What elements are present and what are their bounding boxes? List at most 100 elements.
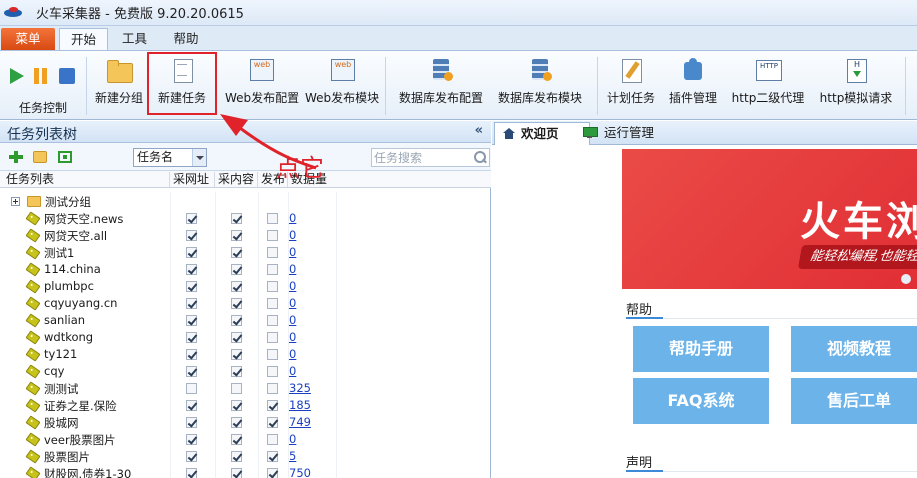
publish-checkbox[interactable] <box>267 281 278 292</box>
web-publish-module-button[interactable]: Web发布模块 <box>305 53 379 115</box>
task-row[interactable]: 测测试 325 <box>0 380 491 397</box>
task-row[interactable]: veer股票图片 0 <box>0 431 491 448</box>
collect-content-checkbox[interactable] <box>231 400 242 411</box>
db-publish-module-button[interactable]: 数据库发布模块 <box>495 53 585 115</box>
folder-icon[interactable] <box>33 151 47 163</box>
data-count-link[interactable]: 5 <box>289 449 296 463</box>
expand-all-icon[interactable] <box>58 151 72 163</box>
collect-content-checkbox[interactable] <box>231 332 242 343</box>
collect-url-checkbox[interactable] <box>186 264 197 275</box>
collect-content-checkbox[interactable] <box>231 230 242 241</box>
collect-content-checkbox[interactable] <box>231 247 242 258</box>
chevron-down-icon[interactable] <box>192 149 206 166</box>
task-row[interactable]: cqy 0 <box>0 363 491 380</box>
task-row[interactable]: wdtkong 0 <box>0 329 491 346</box>
collect-url-checkbox[interactable] <box>186 298 197 309</box>
task-row[interactable]: 财股网.债券1-30 750 <box>0 465 491 478</box>
publish-checkbox[interactable] <box>267 451 278 462</box>
collect-content-checkbox[interactable] <box>231 315 242 326</box>
collapse-panel-button[interactable]: « <box>475 123 483 138</box>
collect-content-checkbox[interactable] <box>231 349 242 360</box>
publish-checkbox[interactable] <box>267 366 278 377</box>
tab-welcome[interactable]: 欢迎页 <box>494 122 590 145</box>
task-row[interactable]: sanlian 0 <box>0 312 491 329</box>
data-count-link[interactable]: 0 <box>289 296 296 310</box>
collect-url-checkbox[interactable] <box>186 451 197 462</box>
collect-content-checkbox[interactable] <box>231 264 242 275</box>
scheduled-task-button[interactable]: 计划任务 <box>604 53 658 115</box>
search-icon[interactable] <box>474 151 486 163</box>
tab-help[interactable]: 帮助 <box>161 28 211 50</box>
web-publish-config-button[interactable]: Web发布配置 <box>225 53 299 115</box>
publish-checkbox[interactable] <box>267 468 278 478</box>
help-manual-button[interactable]: 帮助手册 <box>633 326 769 372</box>
collect-url-checkbox[interactable] <box>186 383 197 394</box>
publish-checkbox[interactable] <box>267 315 278 326</box>
collect-url-checkbox[interactable] <box>186 332 197 343</box>
data-count-link[interactable]: 0 <box>289 364 296 378</box>
data-count-link[interactable]: 0 <box>289 313 296 327</box>
collect-url-checkbox[interactable] <box>186 247 197 258</box>
publish-checkbox[interactable] <box>267 332 278 343</box>
collect-content-checkbox[interactable] <box>231 213 242 224</box>
publish-checkbox[interactable] <box>267 417 278 428</box>
task-row[interactable]: 测试1 0 <box>0 244 491 261</box>
data-count-link[interactable]: 325 <box>289 381 311 395</box>
task-row[interactable]: 股票图片 5 <box>0 448 491 465</box>
data-count-link[interactable]: 750 <box>289 466 311 478</box>
start-task-button[interactable] <box>10 68 24 84</box>
collect-url-checkbox[interactable] <box>186 213 197 224</box>
collect-content-checkbox[interactable] <box>231 434 242 445</box>
stop-task-button[interactable] <box>59 68 75 84</box>
tab-menu[interactable]: 菜单 <box>1 28 55 50</box>
task-row[interactable]: cqyuyang.cn 0 <box>0 295 491 312</box>
after-sales-ticket-button[interactable]: 售后工单 <box>791 378 917 424</box>
data-count-link[interactable]: 0 <box>289 245 296 259</box>
data-count-link[interactable]: 749 <box>289 415 311 429</box>
collect-content-checkbox[interactable] <box>231 298 242 309</box>
data-count-link[interactable]: 0 <box>289 347 296 361</box>
task-row[interactable]: 网贷天空.all 0 <box>0 227 491 244</box>
tab-run-manage[interactable]: 运行管理 <box>578 122 688 145</box>
data-count-link[interactable]: 0 <box>289 432 296 446</box>
collect-url-checkbox[interactable] <box>186 400 197 411</box>
publish-checkbox[interactable] <box>267 213 278 224</box>
tab-start[interactable]: 开始 <box>59 28 108 50</box>
collect-url-checkbox[interactable] <box>186 366 197 377</box>
welcome-banner[interactable]: 火车浏 能轻松编程,也能轻 <box>622 149 917 289</box>
collect-url-checkbox[interactable] <box>186 349 197 360</box>
collect-content-checkbox[interactable] <box>231 281 242 292</box>
collect-content-checkbox[interactable] <box>231 383 242 394</box>
column-task-list[interactable]: 任务列表 <box>0 172 170 187</box>
data-count-link[interactable]: 0 <box>289 262 296 276</box>
faq-system-button[interactable]: FAQ系统 <box>633 378 769 424</box>
data-count-link[interactable]: 0 <box>289 279 296 293</box>
collect-url-checkbox[interactable] <box>186 434 197 445</box>
publish-checkbox[interactable] <box>267 298 278 309</box>
publish-checkbox[interactable] <box>267 247 278 258</box>
tree-group-row[interactable]: 测试分组 <box>0 193 491 210</box>
collect-url-checkbox[interactable] <box>186 315 197 326</box>
http-simulate-button[interactable]: http模拟请求 <box>816 53 896 115</box>
carousel-dot[interactable] <box>901 274 911 284</box>
publish-checkbox[interactable] <box>267 434 278 445</box>
tab-tools[interactable]: 工具 <box>110 28 159 50</box>
task-row[interactable]: plumbpc 0 <box>0 278 491 295</box>
collect-url-checkbox[interactable] <box>186 468 197 478</box>
collect-content-checkbox[interactable] <box>231 366 242 377</box>
data-count-link[interactable]: 0 <box>289 330 296 344</box>
http-proxy-button[interactable]: http二级代理 <box>728 53 808 115</box>
task-row[interactable]: 股城网 749 <box>0 414 491 431</box>
task-row[interactable]: 证券之星.保险 185 <box>0 397 491 414</box>
plugin-manage-button[interactable]: 插件管理 <box>666 53 720 115</box>
task-row[interactable]: ty121 0 <box>0 346 491 363</box>
collect-url-checkbox[interactable] <box>186 230 197 241</box>
data-count-link[interactable]: 0 <box>289 228 296 242</box>
publish-checkbox[interactable] <box>267 349 278 360</box>
column-collect-url[interactable]: 采网址 <box>170 172 215 187</box>
collect-url-checkbox[interactable] <box>186 417 197 428</box>
pause-task-button[interactable] <box>34 68 48 84</box>
task-search-input[interactable] <box>374 150 472 165</box>
new-group-button[interactable]: 新建分组 <box>92 53 146 115</box>
data-count-link[interactable]: 0 <box>289 211 296 225</box>
